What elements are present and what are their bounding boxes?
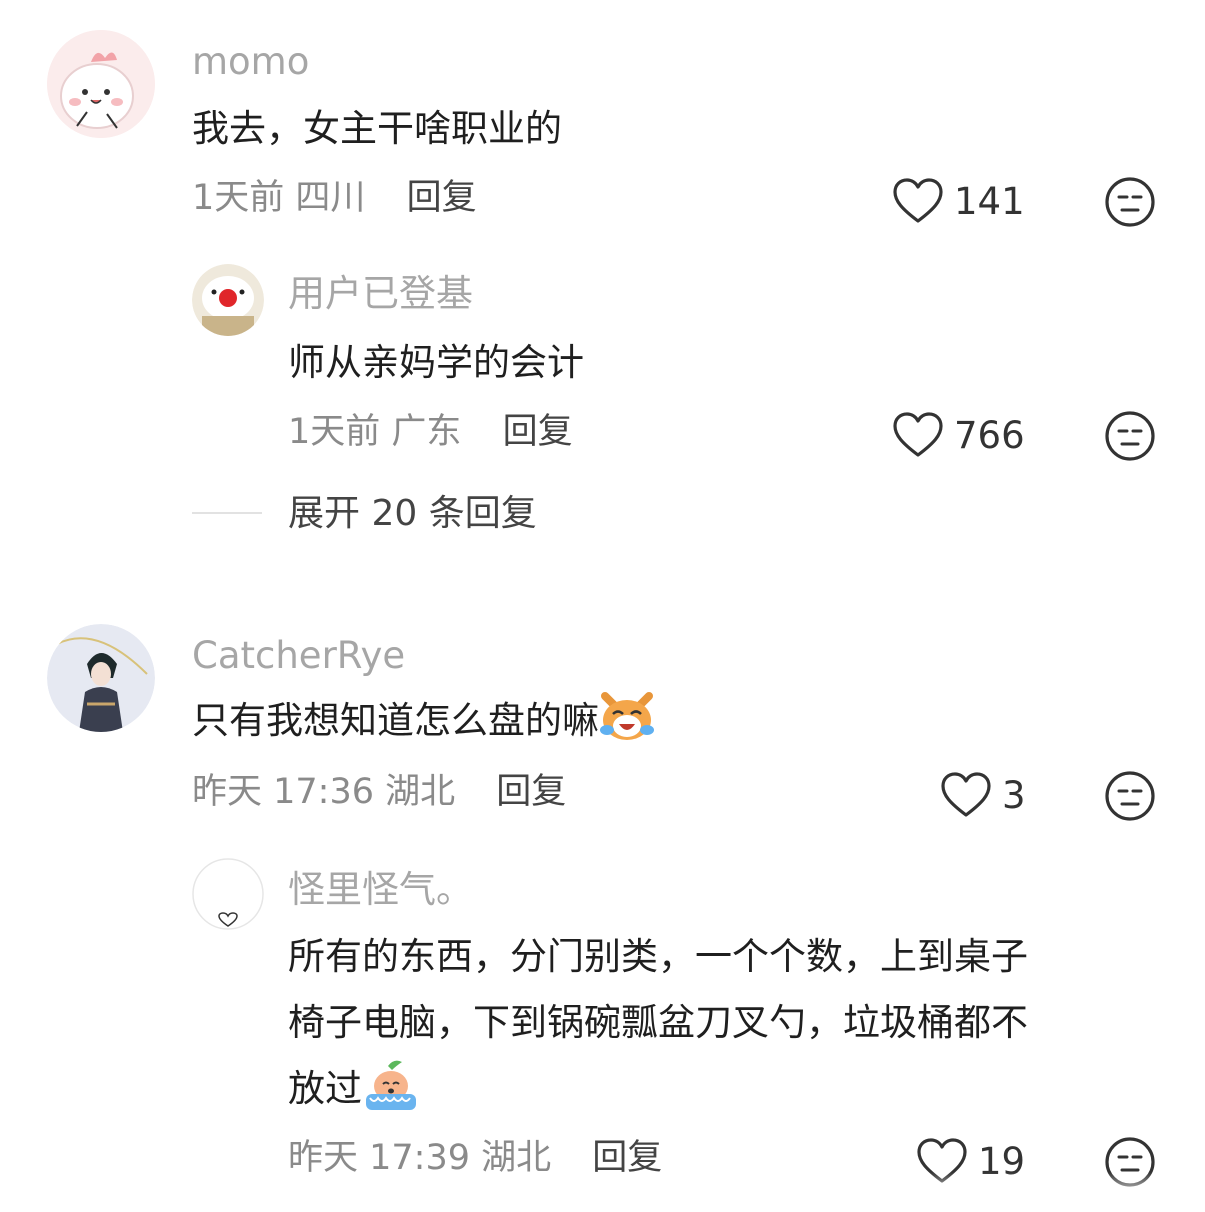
- like-button[interactable]: 766: [892, 410, 1025, 460]
- comment-username[interactable]: CatcherRye: [192, 634, 405, 678]
- like-count: 766: [954, 413, 1025, 457]
- avatar[interactable]: [192, 858, 264, 930]
- expand-replies-button[interactable]: 展开 20 条回复: [288, 492, 537, 536]
- reply-meta: 1天前 广东 回复: [288, 410, 573, 454]
- comment-time: 昨天 17:36: [192, 772, 374, 812]
- unamused-face-icon[interactable]: [1104, 770, 1156, 822]
- like-button[interactable]: 141: [892, 176, 1025, 226]
- reply-username[interactable]: 用户已登基: [288, 272, 473, 316]
- heart-outline-icon: [893, 412, 943, 457]
- comment-text: 只有我想知道怎么盘的嘛: [192, 688, 655, 754]
- unamused-face-icon[interactable]: [1104, 176, 1156, 228]
- reply-button[interactable]: 回复: [503, 412, 573, 452]
- reply-username[interactable]: 怪里怪气。: [288, 868, 473, 912]
- reply-text-line-last: 放过: [288, 1056, 420, 1122]
- crying-peach-emoji: [366, 1060, 416, 1110]
- reply-text-line: 椅子电脑，下到锅碗瓢盆刀叉勺，垃圾桶都不: [288, 1001, 1028, 1044]
- comment-meta: 昨天 17:36 湖北 回复: [192, 770, 566, 814]
- laughing-crying-cat-emoji: [600, 691, 654, 740]
- comment-time: 1天前: [192, 178, 285, 218]
- reply-time: 1天前: [288, 412, 381, 452]
- avatar[interactable]: [47, 624, 155, 732]
- reply-button[interactable]: 回复: [496, 772, 566, 812]
- reply-text-line: 所有的东西，分门别类，一个个数，上到桌子: [288, 935, 1028, 978]
- heart-outline-icon: [941, 772, 991, 817]
- expand-divider: [192, 512, 262, 514]
- bottom-fade-overlay: [0, 1172, 1205, 1212]
- heart-outline-icon: [893, 178, 943, 223]
- reply-text: 师从亲妈学的会计: [288, 341, 584, 384]
- like-count: 141: [954, 179, 1025, 223]
- comment-text-content: 只有我想知道怎么盘的嘛: [192, 699, 599, 742]
- reply-button[interactable]: 回复: [407, 178, 477, 218]
- like-button[interactable]: 3: [940, 770, 1026, 820]
- comment-meta: 1天前 四川 回复: [192, 176, 477, 220]
- avatar[interactable]: [47, 30, 155, 138]
- comment-location: 四川: [295, 178, 366, 218]
- avatar[interactable]: [192, 264, 264, 336]
- unamused-face-icon[interactable]: [1104, 410, 1156, 462]
- comment-username[interactable]: momo: [192, 40, 309, 84]
- comment-location: 湖北: [385, 772, 456, 812]
- reply-location: 广东: [391, 412, 462, 452]
- like-count: 3: [1002, 773, 1026, 817]
- comment-text: 我去，女主干啥职业的: [192, 107, 562, 150]
- reply-text-line: 放过: [288, 1067, 362, 1110]
